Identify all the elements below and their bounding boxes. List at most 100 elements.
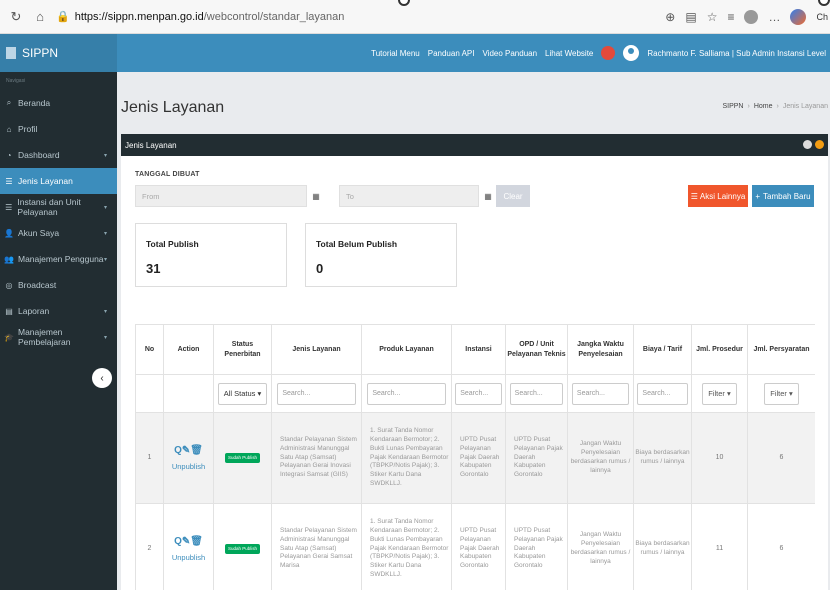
column-header-produk[interactable]: Produk Layanan [361, 324, 452, 375]
aksi-lainnya-button[interactable]: ☰ Aksi Lainnya [688, 185, 748, 207]
search-icon[interactable]: Q [174, 445, 182, 456]
trash-icon[interactable]: 🗑 [190, 536, 203, 547]
nav-link-lihat-website[interactable]: Lihat Website [545, 49, 593, 58]
notification-icon[interactable] [601, 46, 616, 60]
collapse-sidebar-button[interactable]: ‹ [92, 368, 112, 388]
chevron-down-icon: ▾ [103, 230, 107, 237]
column-header-persyaratan[interactable]: Jml. Persyaratan [747, 324, 815, 375]
calendar-icon[interactable]: ▦ [310, 185, 322, 207]
breadcrumb-separator: › [776, 103, 779, 110]
favorites-list-icon[interactable]: ≡ [727, 10, 734, 24]
filter-value: Filter [770, 388, 787, 398]
clear-button[interactable]: Clear [496, 185, 530, 207]
sidebar-item-laporan[interactable]: ▤ Laporan ▾ [0, 298, 117, 324]
sidebar-item-label: Profil [18, 124, 38, 134]
sidebar: SIPPN Navigasi ⌕ Beranda ⌂ Profil ◔ Dash… [0, 34, 117, 590]
prosedur-filter-select[interactable]: Filter ▾ [702, 382, 737, 405]
column-header-instansi[interactable]: Instansi [451, 324, 506, 375]
sidebar-item-instansi[interactable]: ☰ Instansi dan Unit Pelayanan ▾ [0, 194, 117, 220]
chevron-left-icon: ‹ [100, 372, 104, 384]
cell-action: Q✎🗑 Unpublish [163, 412, 214, 504]
address-bar[interactable]: 🔒 https://sippn.menpan.go.id/webcontrol/… [56, 5, 656, 29]
user-icon: 👤 [4, 228, 14, 238]
unpublish-link[interactable]: Unpublish [164, 462, 213, 472]
produk-search-input[interactable]: Search... [367, 382, 446, 405]
collapse-box-icon[interactable] [803, 140, 812, 149]
url-host: https://sippn.menpan.go.id [74, 10, 204, 23]
reload-icon[interactable]: ↻ [8, 9, 24, 25]
opd-search-input[interactable]: Search... [509, 382, 564, 405]
biaya-search-input[interactable]: Search... [637, 382, 688, 405]
user-menu[interactable]: Rachmanto F. Salliama | Sub Admin Instan… [647, 49, 826, 58]
calendar-icon[interactable]: ▦ [482, 185, 494, 207]
zoom-icon[interactable]: ⊕ [665, 10, 675, 24]
chevron-down-icon: ▾ [789, 388, 793, 398]
column-header-jenis[interactable]: Jenis Layanan [271, 324, 362, 375]
breadcrumb: SIPPN › Home › Jenis Layanan [722, 103, 828, 110]
filter-label: TANGGAL DIBUAT [135, 171, 200, 178]
sidebar-item-manajemen-pengguna[interactable]: 👥 Manajemen Pengguna ▾ [0, 246, 117, 272]
sidebar-item-dashboard[interactable]: ◔ Dashboard ▾ [0, 142, 117, 168]
sidebar-item-manajemen-pembelajaran[interactable]: 🎓 Manajemen Pembelajaran ▾ [0, 324, 117, 350]
box-header: Jenis Layanan [121, 134, 828, 156]
date-from-input[interactable]: From [135, 185, 307, 207]
filter-cell: Search... [633, 374, 692, 413]
list-icon: ☰ [5, 176, 13, 186]
stat-label: Total Belum Publish [316, 239, 398, 249]
sidebar-item-label: Broadcast [18, 280, 57, 290]
trash-icon[interactable]: 🗑 [190, 445, 203, 456]
nav-link-video-panduan[interactable]: Video Panduan [482, 49, 537, 58]
instansi-search-input[interactable]: Search... [455, 382, 502, 405]
column-header-prosedur[interactable]: Jml. Prosedur [691, 324, 748, 375]
close-box-icon[interactable] [815, 140, 824, 149]
stat-label: Total Publish [146, 239, 199, 249]
avatar[interactable] [623, 45, 640, 61]
column-header-status[interactable]: Status Penerbitan [213, 324, 272, 375]
broadcast-icon: ◎ [5, 280, 13, 290]
status-badge: Sudah Publish [224, 452, 261, 464]
filter-cell: Search... [271, 374, 362, 413]
bank-icon: ⌂ [6, 124, 12, 134]
nav-link-tutorial[interactable]: Tutorial Menu [371, 49, 420, 58]
date-to-input[interactable]: To [339, 185, 479, 207]
chevron-down-icon: ▾ [103, 308, 107, 315]
nav-link-panduan-api[interactable]: Panduan API [428, 49, 475, 58]
search-icon[interactable]: Q [174, 536, 182, 547]
home-icon[interactable]: ⌂ [32, 9, 48, 25]
sidebar-item-label: Manajemen Pembelajaran [17, 327, 71, 347]
column-header-biaya[interactable]: Biaya / Tarif [633, 324, 692, 375]
sidebar-item-profil[interactable]: ⌂ Profil [0, 116, 117, 142]
list-icon: ☰ [5, 202, 13, 212]
sidebar-item-akun-saya[interactable]: 👤 Akun Saya ▾ [0, 220, 117, 246]
chevron-down-icon: ▾ [103, 152, 107, 159]
status-filter-select[interactable]: All Status ▾ [217, 382, 268, 405]
sidebar-item-beranda[interactable]: ⌕ Beranda [0, 90, 117, 116]
sidebar-item-jenis-layanan[interactable]: ☰ Jenis Layanan [0, 168, 117, 194]
unpublish-link[interactable]: Unpublish [164, 553, 213, 563]
favorite-star-icon[interactable]: ☆ [707, 10, 718, 24]
cell-instansi: UPTD Pusat Pelayanan Pajak Daerah Kabupa… [451, 503, 506, 590]
profile-icon[interactable] [744, 10, 759, 24]
breadcrumb-current: Jenis Layanan [782, 103, 828, 110]
brand-logo[interactable]: SIPPN [0, 34, 117, 72]
edit-icon[interactable]: ✎ [182, 536, 190, 547]
persyaratan-filter-select[interactable]: Filter ▾ [764, 382, 799, 405]
copilot-icon[interactable] [790, 9, 807, 25]
edit-icon[interactable]: ✎ [182, 445, 190, 456]
column-header-opd[interactable]: OPD / Unit Pelayanan Teknis [505, 324, 568, 375]
reader-icon[interactable]: ▤ [685, 10, 696, 24]
stat-value: 0 [316, 261, 324, 276]
tambah-baru-button[interactable]: + Tambah Baru [752, 185, 814, 207]
more-icon[interactable]: … [768, 10, 780, 24]
list-icon: ☰ [690, 191, 698, 201]
breadcrumb-root[interactable]: SIPPN [722, 103, 743, 110]
stat-value: 31 [146, 261, 161, 276]
column-header-no[interactable]: No [135, 324, 164, 375]
sidebar-item-broadcast[interactable]: ◎ Broadcast [0, 272, 117, 298]
jenis-search-input[interactable]: Search... [277, 382, 356, 405]
column-header-jangka[interactable]: Jangka Waktu Penyelesaian [567, 324, 634, 375]
breadcrumb-separator: › [747, 103, 750, 110]
file-icon: ▤ [5, 306, 13, 316]
jangka-search-input[interactable]: Search... [571, 382, 630, 405]
breadcrumb-home[interactable]: Home [754, 103, 773, 110]
